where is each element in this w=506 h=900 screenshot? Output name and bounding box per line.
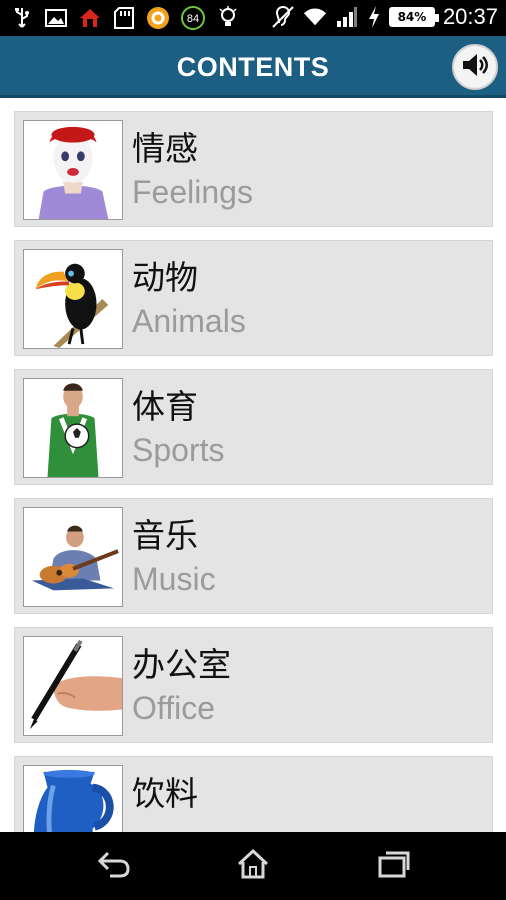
status-time: 20:37 [442, 4, 498, 29]
charging-icon [367, 5, 381, 29]
battery-indicator: 84% [388, 7, 439, 27]
usb-icon [10, 6, 34, 30]
item-chinese-label: 音乐 [132, 516, 198, 555]
list-item-feelings[interactable]: 情感 Feelings [14, 111, 493, 227]
item-chinese-label: 动物 [132, 258, 198, 297]
image-icon [44, 6, 68, 30]
system-nav-bar [0, 832, 506, 900]
sound-toggle-button[interactable] [452, 44, 498, 90]
item-chinese-label: 办公室 [132, 645, 231, 684]
item-chinese-label: 体育 [132, 387, 198, 426]
list-item-sports[interactable]: 体育 Sports [14, 369, 493, 485]
bulb-icon [216, 6, 240, 30]
list-item-animals[interactable]: 动物 Animals [14, 240, 493, 356]
drinks-thumbnail [23, 765, 123, 832]
item-english-label: Animals [132, 303, 246, 339]
contents-list[interactable]: 情感 Feelings 动物 Animals 体育 Sports 音乐 Musi… [0, 98, 506, 832]
hearing-icon [271, 5, 295, 29]
item-chinese-label: 情感 [132, 129, 198, 168]
list-item-music[interactable]: 音乐 Music [14, 498, 493, 614]
item-english-label: Office [132, 690, 215, 726]
page-title: CONTENTS [176, 52, 330, 82]
wifi-icon [303, 5, 327, 29]
sports-thumbnail [23, 378, 123, 478]
svg-text:84: 84 [187, 13, 199, 25]
recents-button[interactable] [374, 848, 414, 884]
item-chinese-label: 饮料 [132, 774, 198, 813]
app-icon [146, 6, 170, 30]
item-english-label: Music [132, 561, 216, 597]
status-right-icons: 84% 20:37 [271, 4, 498, 30]
office-thumbnail [23, 636, 123, 736]
badge-84-icon: 84 [180, 6, 206, 30]
signal-icon [335, 5, 359, 29]
sd-card-icon [112, 6, 136, 30]
home-button[interactable] [233, 848, 273, 884]
item-english-label: Feelings [132, 174, 253, 210]
music-thumbnail [23, 507, 123, 607]
speaker-icon [459, 49, 491, 85]
status-bar: 84 84% 20:37 [0, 0, 506, 36]
list-item-drinks[interactable]: 饮料 [14, 756, 493, 832]
animals-thumbnail [23, 249, 123, 349]
recents-icon [376, 849, 412, 883]
item-english-label: Sports [132, 432, 225, 468]
feelings-thumbnail [23, 120, 123, 220]
home-icon [235, 848, 271, 884]
status-left-icons: 84 [10, 6, 240, 30]
home-alert-icon [78, 6, 102, 30]
list-item-office[interactable]: 办公室 Office [14, 627, 493, 743]
back-button[interactable] [94, 848, 134, 884]
back-icon [96, 849, 132, 883]
app-header: CONTENTS [0, 36, 506, 98]
